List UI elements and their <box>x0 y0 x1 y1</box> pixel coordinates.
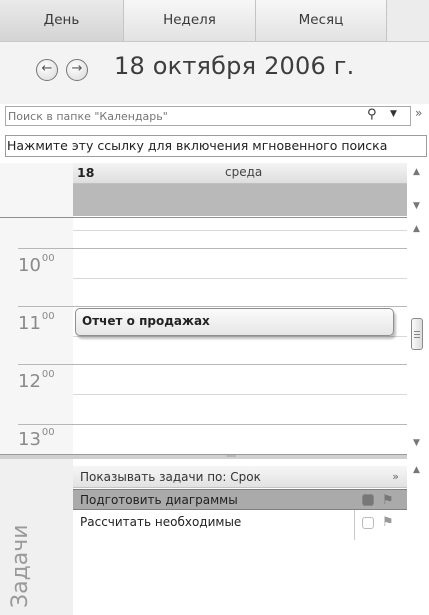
tasks-scrollbar[interactable]: ▲ <box>407 459 429 615</box>
day-column-header[interactable]: 18 среда <box>73 163 407 184</box>
scroll-down-icon[interactable]: ▼ <box>413 438 420 448</box>
scroll-up-icon[interactable]: ▲ <box>413 465 420 475</box>
scroll-up-icon[interactable]: ▲ <box>413 167 420 177</box>
expand-search-icon[interactable]: » <box>415 106 422 120</box>
flag-icon[interactable]: ⚑ <box>382 490 394 511</box>
tasks-group-header[interactable]: Показывать задачи по: Срок » <box>73 466 407 488</box>
appointment-sales-report[interactable]: Отчет о продажах <box>75 308 394 336</box>
time-grid[interactable]: 1000 1100 1200 1300 <box>0 218 407 454</box>
instant-search-link[interactable]: Нажмите эту ссылку для включения мгновен… <box>5 135 427 157</box>
date-header: ← → 18 октября 2006 г. <box>0 42 429 104</box>
back-arrow-icon[interactable]: ← <box>36 59 58 81</box>
task-checkbox[interactable] <box>362 517 374 529</box>
forward-arrow-icon[interactable]: → <box>66 59 88 81</box>
task-title: Рассчитать необходимые <box>80 515 242 529</box>
all-day-events-band[interactable] <box>73 184 407 216</box>
scrollbar-thumb[interactable] <box>411 318 423 350</box>
tab-day[interactable]: День <box>0 0 124 41</box>
day-number: 18 <box>77 165 95 180</box>
time-gutter-header <box>0 163 73 218</box>
chevron-collapse-icon[interactable]: » <box>392 466 399 488</box>
header-scrollbar[interactable]: ▲ ▼ <box>407 163 429 218</box>
date-title: 18 октября 2006 г. <box>114 52 355 80</box>
search-input[interactable] <box>8 108 348 124</box>
tasks-label: Задачи <box>8 524 33 608</box>
tab-week[interactable]: Неделя <box>124 0 256 41</box>
task-checkbox[interactable] <box>362 494 374 506</box>
task-title: Подготовить диаграммы <box>80 493 238 507</box>
weekday-name: среда <box>225 165 263 179</box>
search-dropdown-icon[interactable]: ▼ <box>390 109 397 119</box>
tasks-group-header-label: Показывать задачи по: Срок <box>80 470 261 484</box>
flag-icon[interactable]: ⚑ <box>382 512 394 533</box>
hour-label-12: 1200 <box>18 369 55 392</box>
search-icon[interactable]: ⚲ <box>367 107 377 122</box>
view-tabs: День Неделя Месяц <box>0 0 429 42</box>
scroll-down-icon[interactable]: ▼ <box>413 201 420 211</box>
scroll-up-icon[interactable]: ▲ <box>413 224 420 234</box>
tab-month[interactable]: Месяц <box>256 0 387 41</box>
hour-label-13: 1300 <box>18 427 55 450</box>
task-row[interactable]: Рассчитать необходимые ⚑ <box>73 512 407 533</box>
hour-label-11: 1100 <box>18 311 55 334</box>
hour-label-10: 1000 <box>18 253 55 276</box>
search-box: ⚲ ▼ <box>5 106 411 126</box>
task-row[interactable]: Подготовить диаграммы ⚑ <box>73 489 407 510</box>
